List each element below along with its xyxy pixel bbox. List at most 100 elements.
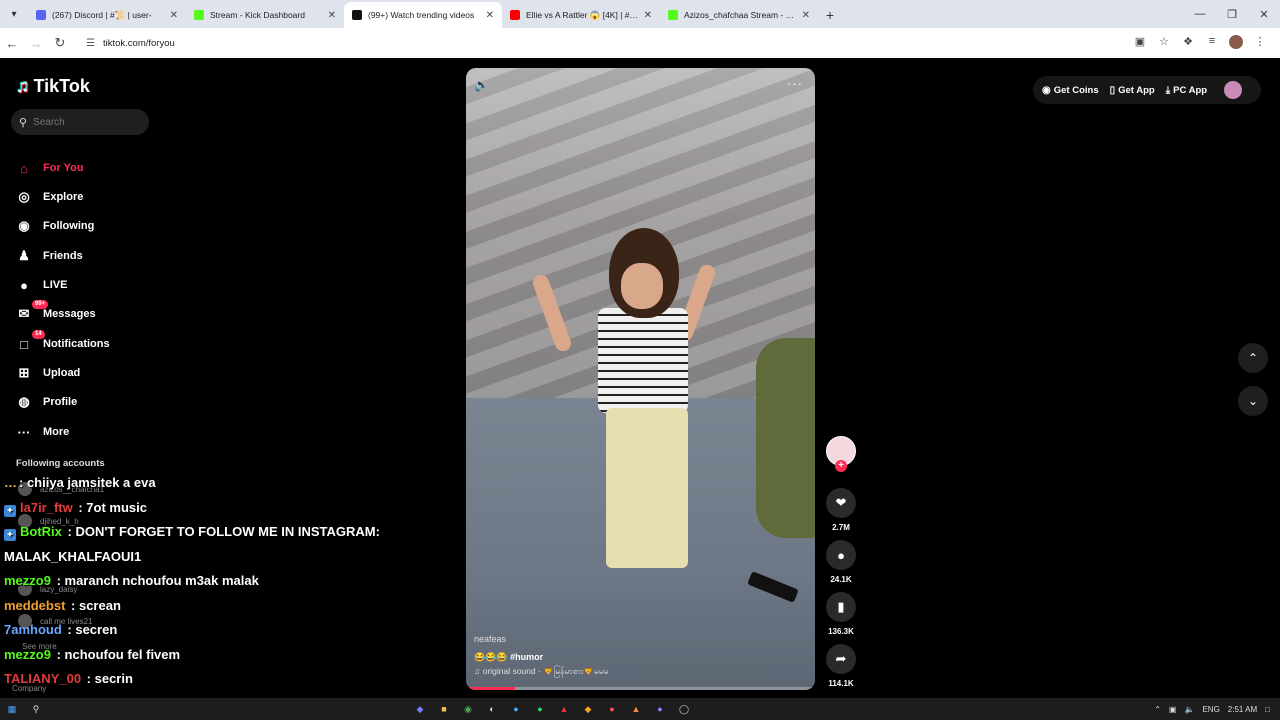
- sidebar-item-messages[interactable]: ✉ 99+ Messages: [14, 300, 96, 324]
- restore-button[interactable]: ❐: [1216, 0, 1248, 28]
- browser-tab[interactable]: Stream - Kick Dashboard ✕: [186, 2, 344, 28]
- sidebar-item-label: Friends: [43, 250, 83, 262]
- chat-message: …: chiiya jamsitek a eva: [4, 475, 156, 490]
- chat-message: TALIANY_00 : secrin: [4, 671, 133, 686]
- previous-video-button[interactable]: ⌃: [1238, 343, 1268, 373]
- home-icon: ⌂: [20, 160, 28, 176]
- friends-icon: ♟: [18, 248, 30, 263]
- comment-button[interactable]: ● 24.1K: [826, 540, 856, 584]
- taskbar-app-icon[interactable]: ◐: [480, 698, 504, 720]
- network-icon[interactable]: ▣: [1169, 705, 1177, 714]
- video-sound[interactable]: ♫ original sound - 🦁မြန်မာစား🦁မမမ: [474, 666, 608, 679]
- taskbar-app-icon[interactable]: ▲: [624, 698, 648, 720]
- tab-close-icon[interactable]: ✕: [170, 10, 178, 21]
- folder-icon[interactable]: ■: [432, 698, 456, 720]
- language-indicator[interactable]: ENG: [1202, 705, 1219, 714]
- sidebar-item-notifications[interactable]: □ 14 Notifications: [14, 330, 110, 354]
- tab-favicon-icon: [510, 10, 520, 20]
- tab-close-icon[interactable]: ✕: [486, 10, 494, 21]
- search-box[interactable]: ⚲: [11, 109, 149, 135]
- minimize-button[interactable]: —: [1184, 0, 1216, 28]
- sidebar-item-live[interactable]: ● LIVE: [14, 275, 67, 295]
- close-window-button[interactable]: ✕: [1248, 0, 1280, 28]
- video-author[interactable]: neafeas: [474, 634, 506, 644]
- tab-close-icon[interactable]: ✕: [328, 10, 336, 21]
- user-avatar[interactable]: [1224, 81, 1243, 99]
- sidebar-item-profile[interactable]: ◍ Profile: [14, 392, 77, 412]
- browser-tab[interactable]: (99+) Watch trending videos ✕: [344, 2, 502, 28]
- back-button[interactable]: ←: [0, 36, 24, 51]
- tab-favicon-icon: [194, 10, 204, 20]
- install-app-icon[interactable]: ▣: [1128, 35, 1152, 52]
- video-caption[interactable]: 😂😂😂 #humor: [474, 652, 543, 663]
- tab-list: (267) Discord | #📜 | user- ✕ Stream - Kick…: [28, 2, 818, 28]
- tab-close-icon[interactable]: ✕: [644, 10, 652, 21]
- follow-plus-icon[interactable]: +: [835, 460, 847, 472]
- forward-button[interactable]: →: [24, 36, 48, 51]
- search-input[interactable]: [33, 116, 134, 128]
- extensions-icon[interactable]: ❖: [1176, 35, 1200, 52]
- notifications-icon: □: [20, 336, 28, 352]
- video-progress-fill: [466, 687, 515, 690]
- tiktok-logo[interactable]: ♫ TikTok: [16, 76, 90, 97]
- volume-tray-icon[interactable]: 🔈: [1184, 705, 1194, 714]
- coin-icon: ◉: [1042, 84, 1051, 96]
- tab-close-icon[interactable]: ✕: [802, 10, 810, 21]
- media-controls-icon[interactable]: ≡: [1200, 35, 1224, 52]
- taskbar-app-icon[interactable]: ◆: [576, 698, 600, 720]
- tab-title: (99+) Watch trending videos: [368, 10, 475, 20]
- comment-icon: ●: [826, 540, 856, 570]
- video-progress-bar[interactable]: [466, 687, 815, 690]
- video-more-icon[interactable]: ···: [787, 76, 803, 91]
- taskbar-app-icon[interactable]: ●: [600, 698, 624, 720]
- steam-icon[interactable]: ●: [504, 698, 528, 720]
- pc-app-button[interactable]: ⤓ PC App: [1166, 85, 1207, 96]
- sidebar-item-for-you[interactable]: ⌂ For You: [14, 158, 83, 178]
- discord-icon[interactable]: ●: [648, 698, 672, 720]
- chat-message: meddebst : screan: [4, 598, 121, 613]
- profile-avatar[interactable]: [1224, 34, 1248, 52]
- chat-text: MALAK_KHALFAOUI1: [4, 548, 142, 564]
- reload-button[interactable]: ↻: [48, 35, 72, 51]
- system-tray: ⌃ ▣ 🔈 ENG 2:51 AM □: [1154, 698, 1270, 720]
- notification-center-icon[interactable]: □: [1265, 705, 1270, 714]
- chat-text: : screan: [67, 597, 121, 613]
- taskbar-app-icon[interactable]: ◯: [672, 698, 696, 720]
- start-icon[interactable]: ▦: [0, 698, 24, 720]
- address-bar[interactable]: ☰ tiktok.com/foryou: [80, 32, 1100, 54]
- share-button[interactable]: ➦ 114.1K: [826, 644, 856, 688]
- sidebar-item-more[interactable]: ··· More: [14, 422, 70, 442]
- sidebar-item-explore[interactable]: ◎ Explore: [14, 187, 83, 207]
- taskbar-search-icon[interactable]: ⚲: [24, 698, 48, 720]
- pc-app-label: PC App: [1173, 84, 1208, 96]
- tray-expand-icon[interactable]: ⌃: [1154, 705, 1161, 714]
- sidebar-item-following[interactable]: ◉ Following: [14, 216, 94, 236]
- new-tab-button[interactable]: +: [818, 2, 842, 28]
- get-coins-button[interactable]: ◉ Get Coins: [1042, 85, 1099, 96]
- spotify-icon[interactable]: ●: [528, 698, 552, 720]
- like-button[interactable]: ❤ 2.7M: [826, 488, 856, 532]
- save-button[interactable]: ▮ 136.3K: [826, 592, 856, 636]
- tab-search-button[interactable]: ▾: [0, 0, 28, 28]
- get-coins-label: Get Coins: [1053, 84, 1099, 96]
- browser-tab[interactable]: Azizos_chafchaa Stream - Watc ✕: [660, 2, 818, 28]
- browser-tab[interactable]: (267) Discord | #📜 | user- ✕: [28, 2, 186, 28]
- browser-tab[interactable]: Ellie vs A Rattler 😱 [4K] | #sho ✕: [502, 2, 660, 28]
- clock[interactable]: 2:51 AM: [1228, 705, 1257, 714]
- bookmark-star-icon[interactable]: ☆: [1152, 35, 1176, 52]
- chrome-icon[interactable]: ◉: [456, 698, 480, 720]
- video-player[interactable]: 🔈 ··· neafeas 😂😂😂 #humor ♫ original soun…: [466, 68, 815, 690]
- site-info-icon[interactable]: ☰: [86, 38, 95, 49]
- volume-icon[interactable]: 🔈: [474, 78, 489, 92]
- sidebar-item-label: LIVE: [43, 279, 68, 291]
- chat-username: mezzo9: [4, 573, 51, 588]
- sidebar-item-upload[interactable]: ⊞ Upload: [14, 363, 81, 383]
- get-app-button[interactable]: ▯ Get App: [1110, 85, 1155, 96]
- sidebar-item-friends[interactable]: ♟ Friends: [14, 246, 83, 266]
- share-count: 114.1K: [828, 679, 854, 688]
- download-icon: ⤓: [1165, 84, 1171, 96]
- browser-menu-icon[interactable]: ⋮: [1248, 35, 1272, 52]
- taskbar-app-icon[interactable]: ▲: [552, 698, 576, 720]
- taskbar-app-icon[interactable]: ◆: [408, 698, 432, 720]
- next-video-button[interactable]: ⌄: [1238, 386, 1268, 416]
